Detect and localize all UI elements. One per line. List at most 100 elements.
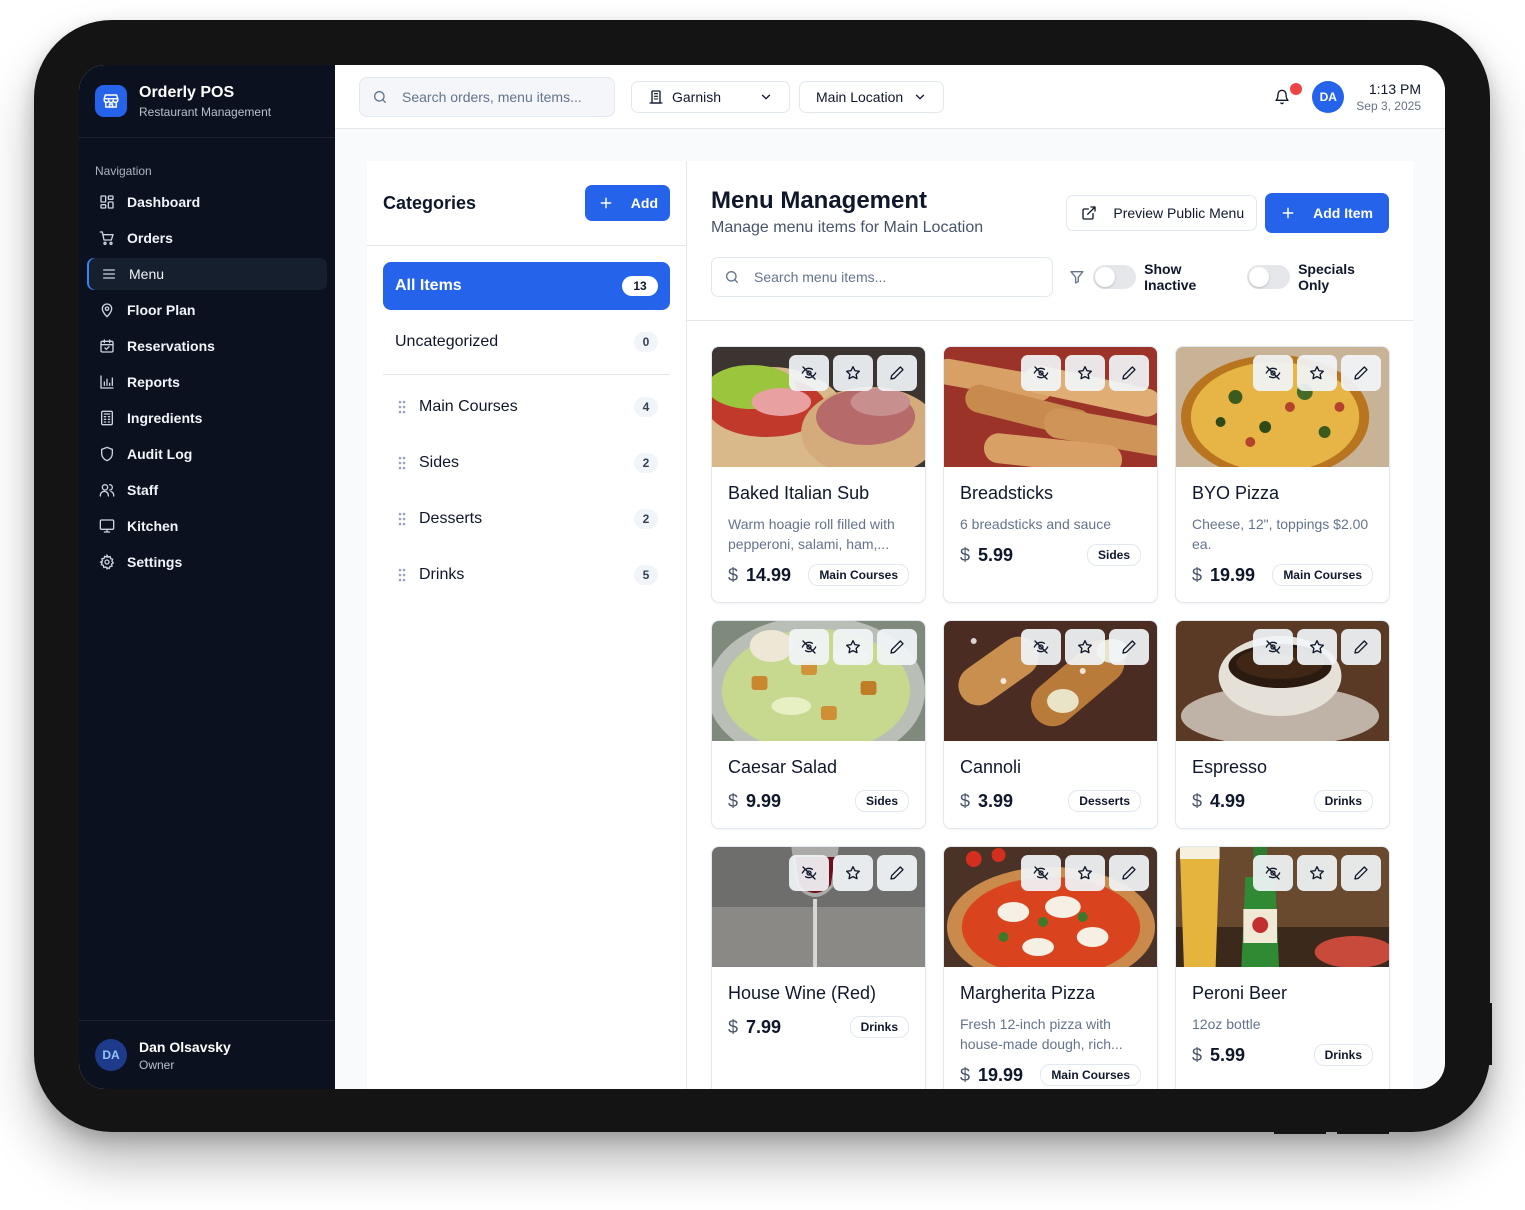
menu-search-input[interactable]: Search menu items... xyxy=(711,257,1053,297)
sidebar-item-dashboard[interactable]: Dashboard xyxy=(87,186,327,218)
drag-handle-icon[interactable] xyxy=(397,512,407,526)
currency-symbol: $ xyxy=(960,790,971,811)
edit-item-button[interactable] xyxy=(1341,855,1381,891)
hide-item-button[interactable] xyxy=(789,629,829,665)
mark-special-button[interactable] xyxy=(1065,355,1105,391)
menu-item-card[interactable]: Caesar Salad $9.99 Sides xyxy=(711,620,926,829)
hide-item-button[interactable] xyxy=(789,855,829,891)
mark-special-button[interactable] xyxy=(1065,629,1105,665)
sidebar-item-label: Reservations xyxy=(127,338,215,354)
location-select[interactable]: Main Location xyxy=(799,80,945,113)
edit-item-button[interactable] xyxy=(1109,629,1149,665)
hide-item-button[interactable] xyxy=(1021,355,1061,391)
item-price: $9.99 xyxy=(728,791,781,812)
sidebar-item-settings[interactable]: Settings xyxy=(87,546,327,578)
mark-special-button[interactable] xyxy=(833,855,873,891)
eye-off-icon xyxy=(1033,640,1049,654)
category-all-items[interactable]: All Items 13 xyxy=(383,262,670,310)
category-sides[interactable]: Sides 2 xyxy=(383,439,670,487)
cart-icon xyxy=(99,231,114,245)
category-badge: Main Courses xyxy=(808,564,909,586)
edit-item-button[interactable] xyxy=(1341,629,1381,665)
bar-chart-icon xyxy=(100,375,114,389)
filter-icon[interactable] xyxy=(1069,269,1085,285)
user-profile[interactable]: DA Dan Olsavsky Owner xyxy=(79,1020,335,1089)
category-label: Desserts xyxy=(419,510,483,527)
sidebar-item-label: Menu xyxy=(129,266,165,282)
currency-symbol: $ xyxy=(1192,790,1203,811)
category-uncategorized[interactable]: Uncategorized 0 xyxy=(383,318,670,366)
edit-item-button[interactable] xyxy=(877,629,917,665)
screen: Orderly POS Restaurant Management Naviga… xyxy=(79,65,1445,1089)
add-category-button[interactable]: Add xyxy=(584,185,670,221)
item-price: $19.99 xyxy=(1192,565,1255,586)
item-price: $5.99 xyxy=(960,545,1013,566)
menu-item-card[interactable]: Peroni Beer 12oz bottle $5.99 Drinks xyxy=(1175,846,1390,1089)
mark-special-button[interactable] xyxy=(1297,855,1337,891)
hide-item-button[interactable] xyxy=(1253,355,1293,391)
sidebar-item-menu[interactable]: Menu xyxy=(87,258,327,290)
user-role: Owner xyxy=(139,1057,175,1072)
mark-special-button[interactable] xyxy=(1297,629,1337,665)
edit-item-button[interactable] xyxy=(1109,355,1149,391)
avatar[interactable]: DA xyxy=(1312,81,1345,113)
currency-symbol: $ xyxy=(960,1064,971,1085)
hide-item-button[interactable] xyxy=(1021,855,1061,891)
menu-item-card[interactable]: Breadsticks 6 breadsticks and sauce $5.9… xyxy=(943,346,1158,603)
hide-item-button[interactable] xyxy=(1253,855,1293,891)
preview-public-menu-button[interactable]: Preview Public Menu xyxy=(1066,195,1258,231)
hide-item-button[interactable] xyxy=(789,355,829,391)
card-actions xyxy=(1017,355,1149,391)
food-photo xyxy=(944,847,1157,967)
category-drinks[interactable]: Drinks 5 xyxy=(383,551,670,599)
mark-special-button[interactable] xyxy=(833,355,873,391)
sidebar-item-floor-plan[interactable]: Floor Plan xyxy=(87,294,327,326)
menu-item-card[interactable]: Margherita Pizza Fresh 12-inch pizza wit… xyxy=(943,846,1158,1089)
menu-item-card[interactable]: Cannoli $3.99 Desserts xyxy=(943,620,1158,829)
specials-only-toggle[interactable] xyxy=(1246,265,1291,289)
item-price: $5.99 xyxy=(1192,1045,1245,1066)
price-value: 19.99 xyxy=(978,1064,1024,1085)
filter-row: Search menu items... Show Inactive Speci… xyxy=(711,257,1389,297)
restaurant-select[interactable]: Garnish xyxy=(631,80,790,113)
card-actions xyxy=(1017,629,1149,665)
drag-handle-icon[interactable] xyxy=(397,568,407,582)
food-photo xyxy=(944,621,1157,741)
mark-special-button[interactable] xyxy=(833,629,873,665)
tablet-top-button xyxy=(1274,1128,1326,1134)
gear-icon xyxy=(99,554,115,570)
edit-item-button[interactable] xyxy=(877,355,917,391)
bell-icon xyxy=(1275,89,1289,105)
drag-handle-icon[interactable] xyxy=(397,456,407,470)
sidebar-item-audit-log[interactable]: Audit Log xyxy=(87,438,327,470)
hide-item-button[interactable] xyxy=(1021,629,1061,665)
edit-item-button[interactable] xyxy=(1341,355,1381,391)
menu-item-card[interactable]: BYO Pizza Cheese, 12", toppings $2.00 ea… xyxy=(1175,346,1390,603)
mark-special-button[interactable] xyxy=(1065,855,1105,891)
food-photo xyxy=(1176,847,1389,967)
hide-item-button[interactable] xyxy=(1253,629,1293,665)
add-item-button[interactable]: Add Item xyxy=(1265,193,1389,233)
global-search-input[interactable]: Search orders, menu items... xyxy=(359,76,615,117)
edit-item-button[interactable] xyxy=(877,855,917,891)
add-category-label: Add xyxy=(630,195,658,211)
card-actions xyxy=(1249,629,1381,665)
add-item-label: Add Item xyxy=(1313,205,1373,221)
mark-special-button[interactable] xyxy=(1297,355,1337,391)
menu-item-card[interactable]: Espresso $4.99 Drinks xyxy=(1175,620,1390,829)
menu-item-card[interactable]: House Wine (Red) $7.99 Drinks xyxy=(711,846,926,1089)
menu-item-card[interactable]: Baked Italian Sub Warm hoagie roll fille… xyxy=(711,346,926,603)
sidebar-item-orders[interactable]: Orders xyxy=(87,222,327,254)
sidebar-item-ingredients[interactable]: Ingredients xyxy=(87,402,327,434)
category-badge: Drinks xyxy=(1313,790,1373,812)
notifications-button[interactable] xyxy=(1266,81,1303,113)
category-main-courses[interactable]: Main Courses 4 xyxy=(383,383,670,431)
sidebar-item-kitchen[interactable]: Kitchen xyxy=(87,510,327,542)
edit-item-button[interactable] xyxy=(1109,855,1149,891)
sidebar-item-staff[interactable]: Staff xyxy=(87,474,327,506)
sidebar-item-reports[interactable]: Reports xyxy=(87,366,327,398)
drag-handle-icon[interactable] xyxy=(397,400,407,414)
category-desserts[interactable]: Desserts 2 xyxy=(383,495,670,543)
show-inactive-toggle[interactable] xyxy=(1092,265,1137,289)
sidebar-item-reservations[interactable]: Reservations xyxy=(87,330,327,362)
